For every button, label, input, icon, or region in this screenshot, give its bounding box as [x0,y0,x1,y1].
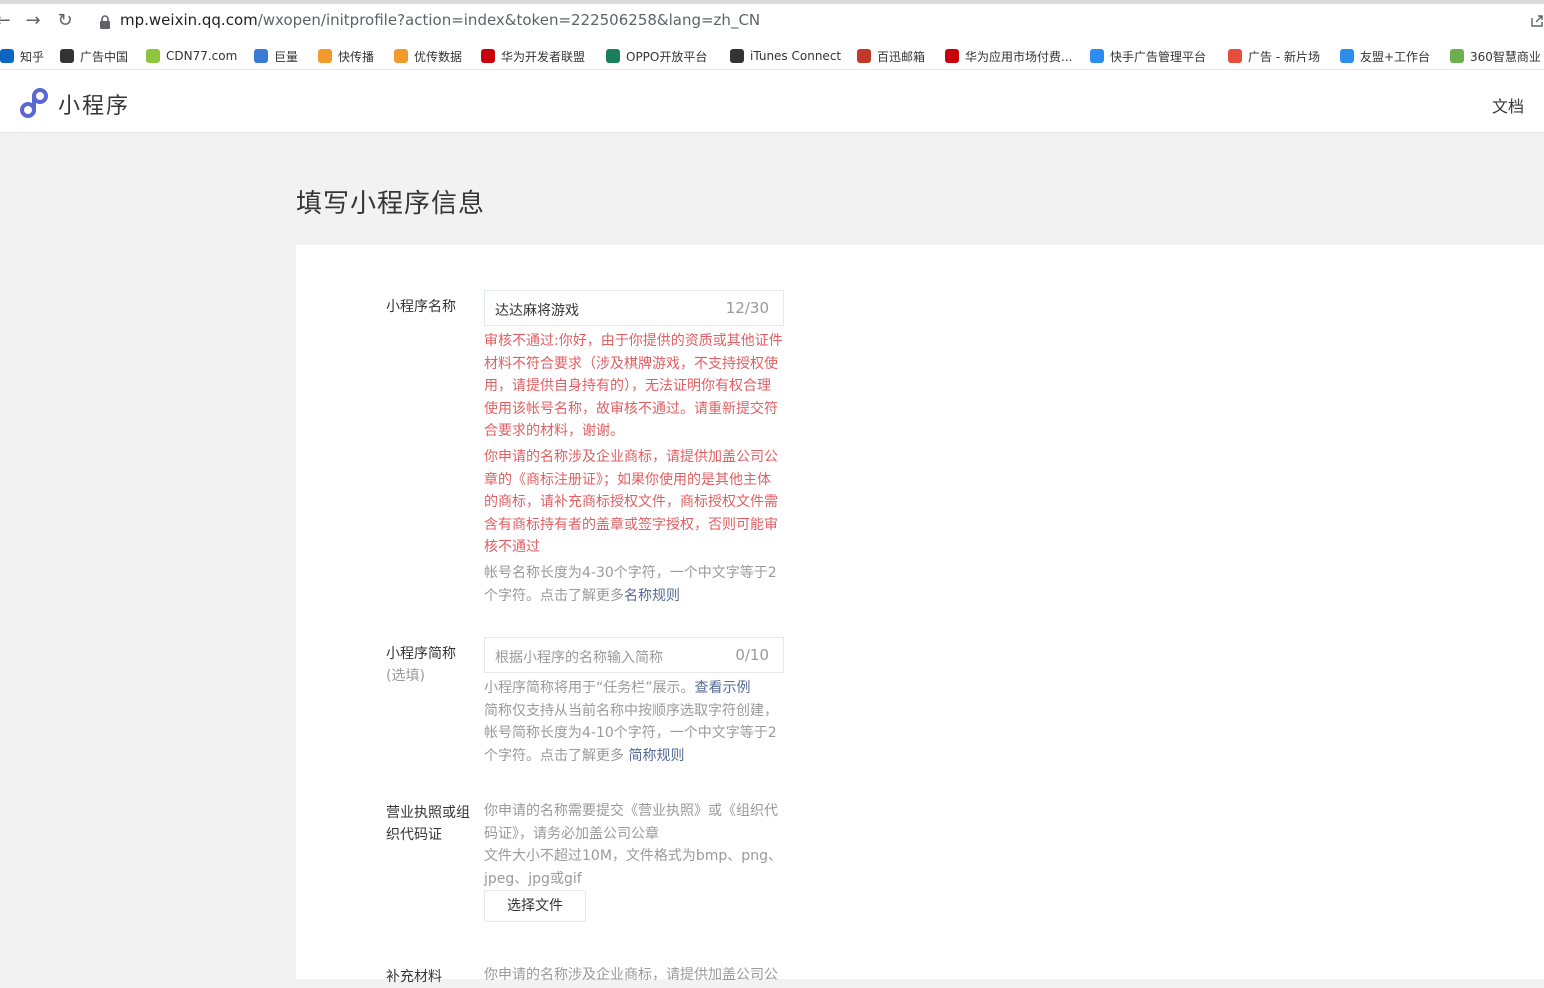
page-title: 填写小程序信息 [296,189,486,219]
license-tip1-text: 你申请的名称需要提交《营业执照》或《组织代码证》，请务必加盖公司公章 [484,803,778,842]
huawei-icon [945,49,959,63]
umeng-icon [1340,49,1354,63]
name-tip: 帐号名称长度为4-30个字符，一个中文字等于2个字符。点击了解更多名称规则 [484,562,784,607]
bookmark-label: 广告 - 新片场 [1248,49,1320,64]
bookmark-label: 广告中国 [80,49,129,64]
bookmark-item[interactable]: 广告 - 新片场 [1228,45,1320,67]
bookmark-label: 百迅邮箱 [877,49,926,64]
reload-icon[interactable]: ↻ [54,10,76,32]
choose-file-button[interactable]: 选择文件 [484,890,586,922]
name-error-review: 审核不通过:你好，由于你提供的资质或其他证件材料不符合要求（涉及棋牌游戏，不支持… [484,333,783,439]
youchuan-icon [394,49,408,63]
license-tip: 你申请的名称需要提交《营业执照》或《组织代码证》，请务必加盖公司公章 文件大小不… [484,800,784,890]
bookmark-label: 优传数据 [414,49,463,64]
name-label: 小程序名称 [386,299,456,315]
lock-icon [100,15,110,29]
bookmark-item[interactable]: 快手广告管理平台 [1090,45,1206,67]
supplement-label: 补充材料 [386,969,442,985]
forward-icon[interactable]: → [22,10,44,32]
short-name-input[interactable]: 根据小程序的名称输入简称 0/10 [484,637,784,673]
name-error-trademark: 你申请的名称涉及企业商标，请提供加盖公司公章的《商标注册证》；如果你使用的是其他… [484,449,778,555]
share-icon[interactable] [1530,12,1544,28]
bookmark-item[interactable]: CDN77.com [146,45,237,67]
short-name-label: 小程序简称 (选填) [386,643,476,687]
bookmark-label: 快手广告管理平台 [1110,49,1207,64]
bookmark-item[interactable]: 巨量 [254,45,298,67]
browser-address-bar: ← → ↻ mp.weixin.qq.com/wxopen/initprofil… [0,0,1544,42]
short-name-tip: 小程序简称将用于“任务栏”展示。查看示例 简称仅支持从当前名称中按顺序选取字符创… [484,677,784,767]
bookmark-label: 华为应用市场付费... [965,49,1073,64]
bookmark-item[interactable]: 360智慧商业 [1450,45,1541,67]
license-label: 营业执照或组织代码证 [386,805,470,843]
bookmark-item[interactable]: 华为开发者联盟 [481,45,585,67]
bookmark-item[interactable]: 优传数据 [394,45,462,67]
bookmark-item[interactable]: 百迅邮箱 [857,45,925,67]
view-example-link[interactable]: 查看示例 [695,680,751,696]
tab-strip-edge [0,0,1544,4]
name-rules-link[interactable]: 名称规则 [624,588,680,604]
juliang-icon [254,49,268,63]
bookmark-label: 华为开发者联盟 [501,49,586,64]
short-name-label-text: 小程序简称 [386,646,456,662]
supplement-tip: 你申请的名称涉及企业商标，请提供加盖公司公 [484,967,778,983]
360-icon [1450,49,1464,63]
url-path: /wxopen/initprofile?action=index&token=2… [257,11,761,29]
name-input[interactable]: 达达麻将游戏 12/30 [484,290,784,326]
back-icon[interactable]: ← [0,10,14,32]
name-input-value: 达达麻将游戏 [495,303,579,319]
bookmarks-bar: 知乎 广告中国 CDN77.com 巨量 快传播 优传数据 华为开发者联盟 OPPO开放平台 i… [0,42,1544,70]
bookmark-label: OPPO开放平台 [626,49,708,64]
bookmark-label: 360智慧商业 [1470,49,1541,64]
bookmark-item[interactable]: 友盟+工作台 [1340,45,1430,67]
miniprogram-logo-icon[interactable] [18,87,50,119]
bookmark-item[interactable]: 知乎 [0,45,44,67]
bookmark-label: 快传播 [338,49,375,64]
short-name-char-counter: 0/10 [735,646,769,664]
short-name-optional-label: (选填) [386,668,425,684]
kuaishou-icon [1090,49,1104,63]
bookmark-item[interactable]: iTunes Connect [730,45,841,67]
license-tip2-text: 文件大小不超过10M，文件格式为bmp、png、jpeg、jpg或gif [484,848,782,887]
url-field[interactable]: mp.weixin.qq.com/wxopen/initprofile?acti… [120,11,760,29]
bookmark-label: iTunes Connect [750,49,842,63]
bookmark-label: 知乎 [20,49,45,64]
bookmark-item[interactable]: 快传播 [318,45,374,67]
mail-icon [857,49,871,63]
huawei-icon [481,49,495,63]
bookmark-item[interactable]: OPPO开放平台 [606,45,707,67]
docs-link[interactable]: 文档 [1492,93,1524,117]
oppo-icon [606,49,620,63]
url-host: mp.weixin.qq.com [120,11,258,29]
logo-text[interactable]: 小程序 [58,88,130,120]
short-name-tip1-text: 小程序简称将用于“任务栏”展示。 [484,680,695,696]
cdn77-icon [146,49,160,63]
bookmark-label: 友盟+工作台 [1360,49,1431,64]
bookmark-item[interactable]: 广告中国 [60,45,128,67]
name-char-counter: 12/30 [725,299,769,317]
bookmark-label: CDN77.com [166,49,238,63]
zhihu-icon [0,49,14,63]
site-header: 小程序 文档 [0,70,1544,133]
ad-china-icon [60,49,74,63]
apple-icon [730,49,744,63]
short-name-rules-link[interactable]: 简称规则 [628,748,684,764]
bookmark-label: 巨量 [274,49,299,64]
xinpianchang-icon [1228,49,1242,63]
bookmark-item[interactable]: 华为应用市场付费... [945,45,1072,67]
kuaichuanbo-icon [318,49,332,63]
short-name-placeholder: 根据小程序的名称输入简称 [495,650,663,666]
